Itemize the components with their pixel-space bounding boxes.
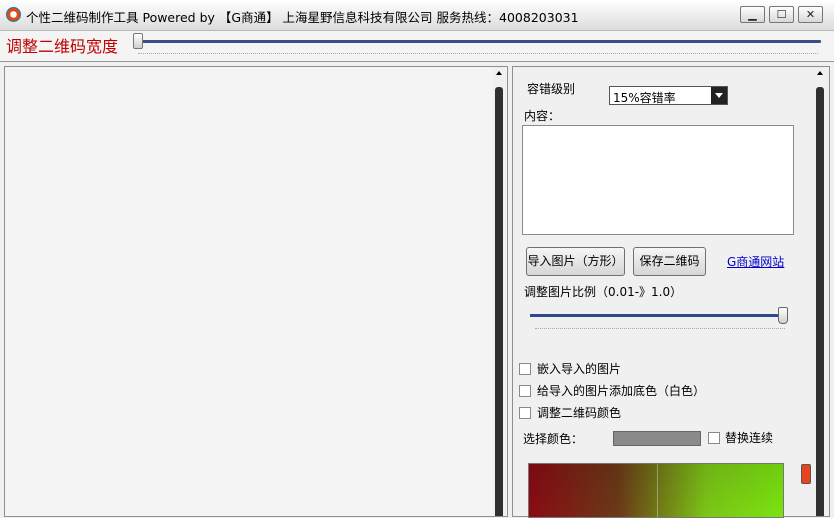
save-qr-button[interactable]: 保存二维码 [633,247,706,276]
qr-preview-pane[interactable] [4,66,508,517]
ratio-label: 调整图片比例（0.01-》1.0） [524,285,683,299]
ratio-slider-ticks [535,328,785,329]
color-swatch[interactable] [613,431,701,446]
gshangtong-site-link[interactable]: G商通网站 [727,253,784,270]
dropdown-arrow-icon[interactable] [711,87,727,104]
width-slider-track[interactable] [133,40,821,43]
title-bar: 个性二维码制作工具 Powered by 【G商通】 上海星野信息科技有限公司 … [0,0,834,31]
add-bg-checkbox[interactable] [519,385,531,397]
swap-continuous-label: 替换连续 [725,431,774,445]
minimize-button[interactable]: ▁ [740,6,765,23]
swap-continuous-checkbox[interactable] [708,432,720,444]
select-color-label: 选择颜色： [523,432,584,446]
hue-marker[interactable] [801,464,811,484]
ecc-label: 容错级别 [527,82,576,96]
embed-image-checkbox[interactable] [519,363,531,375]
close-button[interactable]: ✕ [798,6,823,23]
scroll-up-icon[interactable] [817,71,823,75]
maximize-icon: ☐ [776,8,787,21]
scroll-thumb[interactable] [816,87,824,516]
content-label: 内容： [524,109,561,123]
minimize-icon: ▁ [748,8,757,21]
embed-image-label: 嵌入导入的图片 [537,362,622,376]
ecc-selected-value: 15%容错率 [613,91,676,105]
qr-color-checkbox[interactable] [519,407,531,419]
scroll-up-icon[interactable] [496,71,502,75]
add-bg-label: 给导入的图片添加底色（白色） [537,384,706,398]
settings-pane: 容错级别 15%容错率 内容： 导入图片（方形） 保存二维码 G商通网站 调整图… [512,66,830,518]
scroll-thumb[interactable] [495,87,503,516]
ratio-slider-thumb[interactable] [778,307,788,324]
app-logo-icon [6,7,21,22]
width-toolbar: 调整二维码宽度 [0,31,834,62]
picker-divider [657,464,658,517]
import-image-button[interactable]: 导入图片（方形） [526,247,625,276]
ecc-select[interactable]: 15%容错率 [609,86,728,105]
maximize-button[interactable]: ☐ [769,6,794,23]
color-picker[interactable] [528,463,784,518]
window-title: 个性二维码制作工具 Powered by 【G商通】 上海星野信息科技有限公司 … [26,10,579,25]
width-label: 调整二维码宽度 [6,37,119,56]
qr-color-label: 调整二维码颜色 [537,406,622,420]
settings-scrollbar[interactable] [814,67,827,516]
preview-scrollbar[interactable] [493,67,506,516]
close-icon: ✕ [805,8,816,21]
content-textarea[interactable] [522,125,794,235]
width-slider-thumb[interactable] [133,33,143,49]
ratio-slider-track[interactable] [530,314,788,317]
width-slider-ticks [138,53,818,57]
